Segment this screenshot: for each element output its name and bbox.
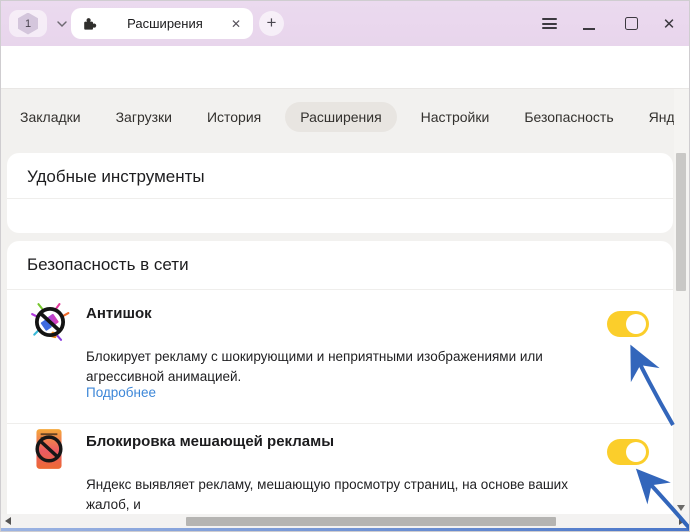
tab-close-icon[interactable]: ✕ [229,17,243,31]
vertical-scrollbar-thumb[interactable] [676,153,686,291]
window-close-button[interactable]: ✕ [652,1,686,46]
browser-window: 1 Расширения ✕ + ✕ Закладки Загрузки Ист… [0,0,690,532]
browser-menu-button[interactable] [532,1,566,46]
section-title: Удобные инструменты [27,167,205,186]
scroll-down-arrow-icon[interactable] [677,505,685,511]
divider [7,289,673,290]
minimize-button[interactable] [572,1,606,46]
description-line: Яндекс выявляет рекламу, мешающую просмо… [86,477,568,512]
antishock-extension-icon [31,303,70,341]
tab-group-button[interactable]: 1 [9,10,47,37]
nav-tab-security[interactable]: Безопасность [513,102,624,132]
antishock-toggle[interactable] [607,311,649,337]
nav-tab-bookmarks[interactable]: Закладки [9,102,92,132]
tab-count-badge: 1 [18,12,38,35]
minimize-icon [583,27,595,30]
browser-toolbar: Я Y tune Расширения ⋮ [1,46,689,128]
horizontal-scrollbar-thumb[interactable] [186,516,556,526]
divider [7,198,673,199]
new-tab-button[interactable]: + [259,11,284,36]
maximize-button[interactable] [614,1,648,46]
section-title: Безопасность в сети [27,255,189,274]
page-content: Удобные инструменты Безопасность в сети [1,145,689,531]
tab-list-chevron-button[interactable] [51,14,73,34]
puzzle-icon [84,17,97,30]
hamburger-menu-icon [541,16,557,32]
extension-name: Блокировка мешающей рекламы [86,433,335,450]
nav-tab-downloads[interactable]: Загрузки [105,102,183,132]
extension-name: Антишок [86,305,152,322]
toggle-knob [626,314,646,334]
description-line: Блокирует рекламу с шокирующими и неприя… [86,349,543,364]
tab-title: Расширения [127,16,203,31]
nav-tab-history[interactable]: История [196,102,272,132]
horizontal-scrollbar[interactable] [1,514,689,528]
more-details-link[interactable]: Подробнее [86,385,156,400]
scroll-right-arrow-icon[interactable] [679,517,685,525]
scroll-left-arrow-icon[interactable] [5,517,11,525]
toggle-knob [626,442,646,462]
nav-tab-settings[interactable]: Настройки [410,102,501,132]
divider [7,423,673,424]
window-titlebar: 1 Расширения ✕ + ✕ [1,1,689,46]
section-handy-tools: Удобные инструменты [7,153,673,233]
browser-tab-extensions[interactable]: Расширения ✕ [71,8,253,39]
description-line: агрессивной анимацией. [86,369,242,384]
settings-nav-tabs: Закладки Загрузки История Расширения Нас… [1,89,689,145]
adblock-extension-icon [35,429,63,469]
adblock-toggle[interactable] [607,439,649,465]
chevron-down-icon [57,21,67,28]
nav-tab-extensions[interactable]: Расширения [285,102,397,132]
maximize-icon [624,17,638,30]
extension-description: Блокирует рекламу с шокирующими и неприя… [86,347,586,387]
close-icon: ✕ [662,15,676,33]
window-bottom-accent [1,528,689,531]
section-network-security: Безопасность в сети Антишок Блокирует ре… [7,241,673,531]
vertical-scrollbar[interactable] [674,89,689,514]
